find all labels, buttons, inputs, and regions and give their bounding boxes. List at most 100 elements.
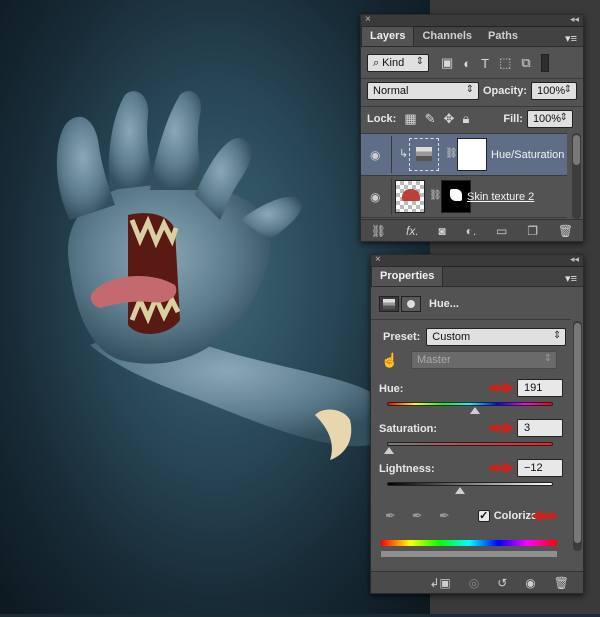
lock-row: Lock: ▦ ✎ ✥ 🔒︎ Fill: 100% — [367, 109, 577, 129]
close-icon[interactable]: × — [375, 254, 381, 265]
properties-scrollbar[interactable] — [573, 321, 582, 551]
blend-mode-value: Normal — [373, 85, 409, 97]
hand-tool-icon[interactable]: ☝ — [381, 352, 405, 369]
layers-scrollbar-thumb[interactable] — [573, 135, 580, 165]
adjustment-layer-thumbnail[interactable] — [409, 138, 439, 171]
type-filter-icon[interactable]: T — [481, 56, 489, 71]
layer-style-icon[interactable]: fx. — [406, 224, 419, 238]
lock-transparency-icon[interactable]: ▦ — [404, 111, 416, 127]
layers-panel: × ◂◂ Layers Channels Paths ▾≡ ⌕ Kind ▣ ◐… — [360, 14, 584, 242]
hue-saturation-icon — [383, 299, 395, 309]
layer-row-hue-saturation[interactable]: ◉ ↳ ⛓ Hue/Saturation — [361, 133, 567, 175]
tab-properties[interactable]: Properties — [371, 266, 444, 286]
lightness-label: Lightness: — [379, 463, 435, 475]
hue-saturation-icon — [416, 147, 432, 161]
link-layers-icon[interactable]: ⛓ — [371, 224, 386, 238]
eyedropper-icon[interactable]: ✒ — [385, 508, 396, 524]
opacity-value: 100% — [537, 85, 566, 97]
lock-all-icon[interactable]: 🔒︎ — [462, 111, 469, 127]
reset-icon[interactable]: ↺ — [497, 576, 507, 590]
hue-slider-track[interactable] — [387, 402, 553, 406]
hue-slider-knob[interactable] — [469, 407, 480, 414]
fill-label: Fill: — [503, 113, 523, 125]
output-color-ramp — [381, 551, 557, 557]
properties-panel: × ◂◂ Properties ▾≡ Hue... Preset: Custom… — [370, 254, 584, 594]
shape-filter-icon[interactable]: ⬚ — [499, 55, 511, 71]
layer-mask-thumbnail[interactable] — [457, 138, 487, 171]
preset-label: Preset: — [383, 331, 421, 343]
panel-menu-icon[interactable]: ▾≡ — [565, 32, 577, 45]
tab-paths[interactable]: Paths — [480, 27, 526, 46]
fill-value: 100% — [532, 113, 562, 125]
opacity-label: Opacity: — [482, 85, 527, 97]
saturation-slider-knob[interactable] — [384, 447, 395, 454]
layer-filter-row: ⌕ Kind ▣ ◐ T ⬚ ⧉ — [367, 53, 577, 73]
chain-link-icon[interactable]: ⛓ — [445, 148, 458, 159]
fill-input[interactable]: 100% — [526, 110, 573, 128]
properties-scrollbar-thumb[interactable] — [574, 323, 581, 543]
tab-layers[interactable]: Layers — [361, 26, 415, 46]
layer-name-skin-texture[interactable]: Skin texture 2 — [467, 191, 534, 203]
close-icon[interactable]: × — [365, 14, 371, 25]
adjustment-title: Hue... — [429, 298, 459, 310]
clip-arrow-icon: ↳ — [399, 148, 409, 160]
panel-menu-icon[interactable]: ▾≡ — [565, 272, 577, 285]
adjustment-filter-icon[interactable]: ◐ — [463, 56, 471, 71]
trash-icon[interactable]: 🗑︎ — [558, 224, 573, 238]
lightness-slider-knob[interactable] — [455, 487, 466, 494]
preset-value: Custom — [432, 331, 471, 343]
hue-label: Hue: — [379, 383, 404, 395]
filter-kind-dropdown[interactable]: ⌕ Kind — [367, 54, 429, 72]
collapse-icon[interactable]: ◂◂ — [570, 254, 579, 265]
eye-icon[interactable]: ◉ — [370, 148, 380, 162]
lock-brush-icon[interactable]: ✎ — [425, 111, 436, 127]
trash-icon[interactable]: 🗑︎ — [554, 576, 569, 590]
mask-icon-button[interactable] — [401, 296, 421, 312]
lock-move-icon[interactable]: ✥ — [444, 111, 455, 127]
saturation-input[interactable]: 3 — [517, 419, 563, 437]
adjustment-icon-button[interactable] — [379, 296, 399, 312]
new-layer-icon[interactable]: ❐ — [527, 224, 538, 238]
properties-footer: ↲▣ ◎ ↺ ◉ 🗑︎ — [371, 571, 583, 593]
add-mask-icon[interactable]: ◙ — [439, 224, 446, 238]
mask-icon — [407, 300, 415, 308]
new-group-icon[interactable]: ▭ — [496, 224, 507, 238]
layer-row-skin-texture[interactable]: ◉ ⛓ Skin texture 2 — [361, 175, 567, 217]
clip-to-layer-icon[interactable]: ↲▣ — [429, 576, 450, 590]
adjustment-header: Hue... — [379, 293, 459, 315]
visibility-eye-icon[interactable]: ◉ — [525, 576, 535, 590]
opacity-input[interactable]: 100% — [531, 82, 577, 100]
eye-icon[interactable]: ◉ — [370, 190, 380, 204]
view-previous-icon[interactable]: ◎ — [469, 576, 479, 590]
layers-footer: ⛓ fx. ◙ ◐. ▭ ❐ 🗑︎ — [361, 219, 583, 241]
blend-mode-dropdown[interactable]: Normal — [367, 82, 479, 100]
hue-input[interactable]: 191 — [517, 379, 563, 397]
lightness-input[interactable]: −12 — [517, 459, 563, 477]
layers-scrollbar[interactable] — [572, 133, 581, 219]
filter-toggle-switch[interactable] — [540, 54, 549, 72]
search-icon: ⌕ — [373, 56, 380, 69]
tab-channels[interactable]: Channels — [414, 27, 480, 46]
image-filter-icon[interactable]: ▣ — [441, 55, 453, 71]
layers-tab-bar: Layers Channels Paths ▾≡ — [361, 26, 583, 47]
skin-texture-thumbnail[interactable] — [395, 180, 425, 213]
lock-label: Lock: — [367, 113, 397, 125]
colorize-checkbox[interactable]: ✓ — [477, 510, 490, 522]
chain-link-icon[interactable]: ⛓ — [429, 190, 442, 201]
eyedropper-plus-icon[interactable]: ✒ — [412, 508, 423, 524]
lightness-value: −12 — [524, 462, 543, 474]
layer-name-hue-saturation[interactable]: Hue/Saturation — [491, 149, 564, 161]
lightness-slider-track[interactable] — [387, 482, 553, 486]
filter-kind-value: Kind — [382, 57, 405, 69]
preset-row: Preset: Custom — [383, 328, 567, 346]
channel-value: Master — [417, 354, 451, 366]
channel-dropdown[interactable]: Master — [411, 351, 557, 369]
collapse-icon[interactable]: ◂◂ — [570, 14, 579, 25]
eyedropper-minus-icon[interactable]: ✒ — [439, 508, 450, 524]
eyedropper-row: ✒ ✒ ✒ ✓ Colorize — [385, 507, 537, 525]
new-adjustment-icon[interactable]: ◐. — [466, 224, 477, 238]
smart-object-filter-icon[interactable]: ⧉ — [521, 55, 530, 71]
saturation-slider-track[interactable] — [387, 442, 553, 446]
preset-dropdown[interactable]: Custom — [426, 328, 567, 346]
channel-row: ☝ Master — [381, 351, 557, 369]
